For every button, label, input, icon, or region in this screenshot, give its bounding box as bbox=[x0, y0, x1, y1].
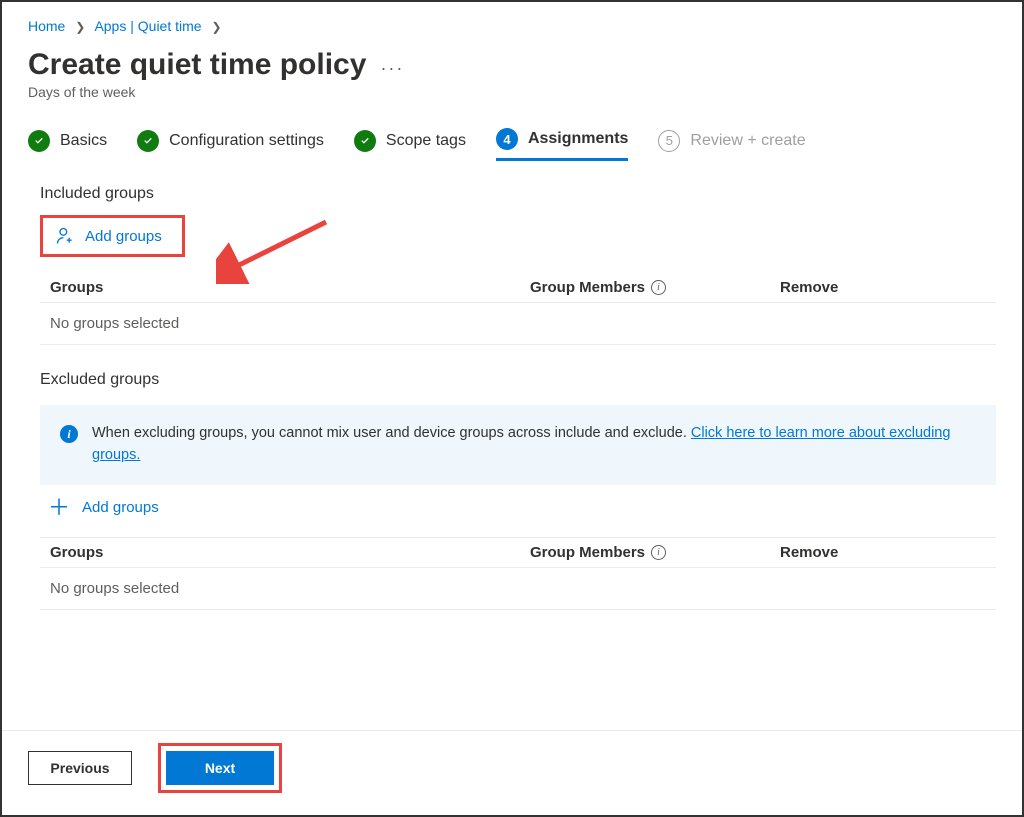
included-groups-table: Groups Group Members i Remove No groups … bbox=[40, 273, 996, 345]
banner-text: When excluding groups, you cannot mix us… bbox=[92, 425, 691, 441]
column-remove: Remove bbox=[780, 279, 986, 296]
step-assignments[interactable]: 4 Assignments bbox=[496, 128, 628, 161]
page-title: Create quiet time policy bbox=[28, 48, 366, 82]
info-icon[interactable]: i bbox=[651, 545, 666, 560]
column-group-members: Group Members i bbox=[530, 544, 780, 561]
check-icon bbox=[28, 130, 50, 152]
chevron-right-icon: ❯ bbox=[211, 20, 221, 34]
step-label: Configuration settings bbox=[169, 132, 324, 150]
annotation-highlight: Next bbox=[158, 743, 282, 793]
more-actions-button[interactable]: ··· bbox=[380, 50, 404, 79]
add-groups-label: Add groups bbox=[85, 228, 162, 245]
info-icon: i bbox=[60, 425, 78, 443]
included-groups-heading: Included groups bbox=[40, 185, 996, 203]
wizard-footer: Previous Next bbox=[2, 730, 1022, 815]
step-scope-tags[interactable]: Scope tags bbox=[354, 128, 466, 161]
breadcrumb-apps[interactable]: Apps | Quiet time bbox=[94, 18, 201, 34]
plus-icon: ＋ bbox=[48, 497, 70, 519]
info-banner: i When excluding groups, you cannot mix … bbox=[40, 405, 996, 485]
step-label: Review + create bbox=[690, 132, 805, 150]
add-user-icon bbox=[55, 226, 75, 246]
check-icon bbox=[354, 130, 376, 152]
breadcrumb: Home ❯ Apps | Quiet time ❯ bbox=[2, 2, 1022, 40]
column-groups: Groups bbox=[50, 279, 530, 296]
table-row-empty: No groups selected bbox=[40, 568, 996, 610]
step-basics[interactable]: Basics bbox=[28, 128, 107, 161]
wizard-steps: Basics Configuration settings Scope tags… bbox=[2, 128, 1022, 169]
step-review-create[interactable]: 5 Review + create bbox=[658, 128, 805, 161]
add-excluded-groups-button[interactable]: ＋ Add groups bbox=[40, 497, 159, 519]
column-groups: Groups bbox=[50, 544, 530, 561]
column-remove: Remove bbox=[780, 544, 986, 561]
add-groups-label: Add groups bbox=[82, 499, 159, 516]
step-label: Basics bbox=[60, 132, 107, 150]
table-row-empty: No groups selected bbox=[40, 303, 996, 345]
step-configuration-settings[interactable]: Configuration settings bbox=[137, 128, 324, 161]
page-subtitle: Days of the week bbox=[28, 84, 996, 100]
check-icon bbox=[137, 130, 159, 152]
add-included-groups-button[interactable]: Add groups bbox=[40, 215, 185, 257]
breadcrumb-home[interactable]: Home bbox=[28, 18, 65, 34]
step-label: Assignments bbox=[528, 130, 628, 148]
excluded-groups-table: Groups Group Members i Remove No groups … bbox=[40, 537, 996, 610]
column-group-members: Group Members i bbox=[530, 279, 780, 296]
step-label: Scope tags bbox=[386, 132, 466, 150]
next-button[interactable]: Next bbox=[166, 751, 274, 785]
step-number-icon: 5 bbox=[658, 130, 680, 152]
excluded-groups-heading: Excluded groups bbox=[40, 371, 996, 389]
step-number-icon: 4 bbox=[496, 128, 518, 150]
info-icon[interactable]: i bbox=[651, 280, 666, 295]
chevron-right-icon: ❯ bbox=[75, 20, 85, 34]
previous-button[interactable]: Previous bbox=[28, 751, 132, 785]
